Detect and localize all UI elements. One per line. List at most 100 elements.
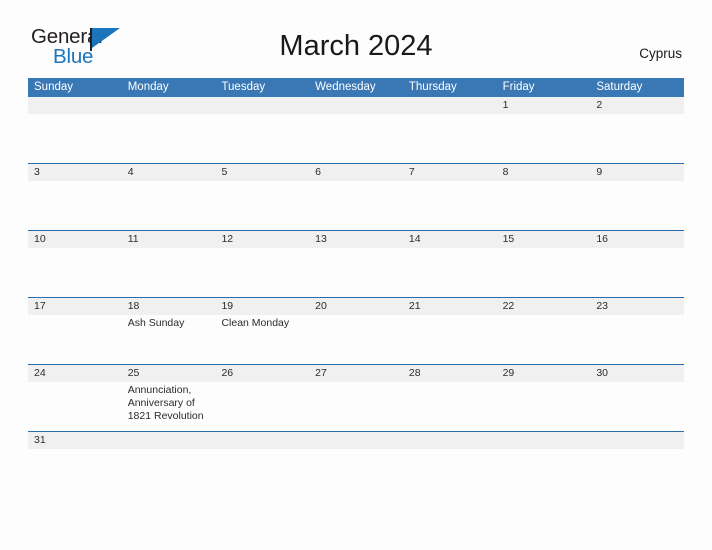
day-number-13[interactable]: 13 [309,231,403,248]
day-events-band [28,248,684,297]
day-number-6[interactable]: 6 [309,164,403,181]
day-number-31[interactable]: 31 [28,432,122,449]
day-cell-26[interactable] [215,382,309,431]
day-number-16[interactable]: 16 [590,231,684,248]
day-cell-21[interactable] [403,315,497,364]
day-number-21[interactable]: 21 [403,298,497,315]
day-number-empty [309,432,403,449]
day-cell-empty [215,449,309,466]
day-number-1[interactable]: 1 [497,97,591,114]
day-cell-28[interactable] [403,382,497,431]
day-cell-empty [497,449,591,466]
weekday-header-saturday: Saturday [596,81,643,93]
calendar-week-row: 12 [28,97,684,163]
day-number-7[interactable]: 7 [403,164,497,181]
day-cell-16[interactable] [590,248,684,297]
day-number-empty [215,97,309,114]
day-cell-1[interactable] [497,114,591,163]
day-number-22[interactable]: 22 [497,298,591,315]
day-cell-4[interactable] [122,181,216,230]
day-number-15[interactable]: 15 [497,231,591,248]
day-number-empty [215,432,309,449]
day-number-27[interactable]: 27 [309,365,403,382]
day-events-band: Annunciation, Anniversary of 1821 Revolu… [28,382,684,431]
day-cell-13[interactable] [309,248,403,297]
calendar-week-row: 3456789 [28,163,684,230]
weekday-header-row: Sunday Monday Tuesday Wednesday Thursday Frid… [28,78,684,97]
page-title: March 2024 [279,30,433,62]
day-cell-6[interactable] [309,181,403,230]
day-number-empty [122,432,216,449]
day-number-empty [403,97,497,114]
day-number-12[interactable]: 12 [215,231,309,248]
event-label: Ash Sunday [127,317,185,329]
day-cell-29[interactable] [497,382,591,431]
day-number-19[interactable]: 19 [215,298,309,315]
day-cell-empty [215,114,309,163]
day-cell-12[interactable] [215,248,309,297]
day-cell-19[interactable]: Clean Monday [215,315,309,364]
calendar-week-row: 31 [28,431,684,466]
day-cell-27[interactable] [309,382,403,431]
day-number-28[interactable]: 28 [403,365,497,382]
day-number-empty [28,97,122,114]
day-number-band: 3456789 [28,164,684,181]
day-cell-31[interactable] [28,449,122,466]
day-cell-11[interactable] [122,248,216,297]
day-cell-20[interactable] [309,315,403,364]
day-cell-24[interactable] [28,382,122,431]
day-cell-15[interactable] [497,248,591,297]
day-cell-30[interactable] [590,382,684,431]
weekday-header-friday: Friday [502,81,535,93]
day-cell-8[interactable] [497,181,591,230]
day-cell-17[interactable] [28,315,122,364]
day-cell-25[interactable]: Annunciation, Anniversary of 1821 Revolu… [122,382,216,431]
day-cell-empty [309,449,403,466]
day-number-2[interactable]: 2 [590,97,684,114]
day-cell-23[interactable] [590,315,684,364]
day-number-11[interactable]: 11 [122,231,216,248]
day-cell-10[interactable] [28,248,122,297]
day-cell-22[interactable] [497,315,591,364]
weekday-header-monday: Monday [127,81,169,93]
page-header: General Blue March 2024 Cyprus [0,0,712,66]
day-number-14[interactable]: 14 [403,231,497,248]
day-events-band [28,114,684,163]
day-cell-empty [309,114,403,163]
day-cell-9[interactable] [590,181,684,230]
day-cell-7[interactable] [403,181,497,230]
day-cell-14[interactable] [403,248,497,297]
day-number-8[interactable]: 8 [497,164,591,181]
day-events-band: Ash Sunday Clean Monday [28,315,684,364]
day-cell-2[interactable] [590,114,684,163]
day-number-5[interactable]: 5 [215,164,309,181]
day-number-17[interactable]: 17 [28,298,122,315]
day-number-10[interactable]: 10 [28,231,122,248]
day-number-20[interactable]: 20 [309,298,403,315]
day-number-band: 10 11 12 13 14 15 16 [28,231,684,248]
day-number-empty [122,97,216,114]
weekday-header-tuesday: Tuesday [221,81,266,93]
day-cell-5[interactable] [215,181,309,230]
day-number-empty [403,432,497,449]
day-number-26[interactable]: 26 [215,365,309,382]
day-cell-empty [28,114,122,163]
day-cell-3[interactable] [28,181,122,230]
day-number-band: 17 18 19 20 21 22 23 [28,298,684,315]
day-cell-18[interactable]: Ash Sunday [122,315,216,364]
day-number-25[interactable]: 25 [122,365,216,382]
day-number-4[interactable]: 4 [122,164,216,181]
day-number-3[interactable]: 3 [28,164,122,181]
day-number-24[interactable]: 24 [28,365,122,382]
day-number-29[interactable]: 29 [497,365,591,382]
weekday-header-sunday: Sunday [34,81,74,93]
day-cell-empty [122,114,216,163]
day-cell-empty [122,449,216,466]
calendar-week-row: 10 11 12 13 14 15 16 [28,230,684,297]
day-number-30[interactable]: 30 [590,365,684,382]
day-number-9[interactable]: 9 [590,164,684,181]
weekday-header-thursday: Thursday [408,81,457,93]
day-number-18[interactable]: 18 [122,298,216,315]
day-number-23[interactable]: 23 [590,298,684,315]
calendar-week-row: 17 18 19 20 21 22 23 Ash Sunday Clean Monday [28,297,684,364]
